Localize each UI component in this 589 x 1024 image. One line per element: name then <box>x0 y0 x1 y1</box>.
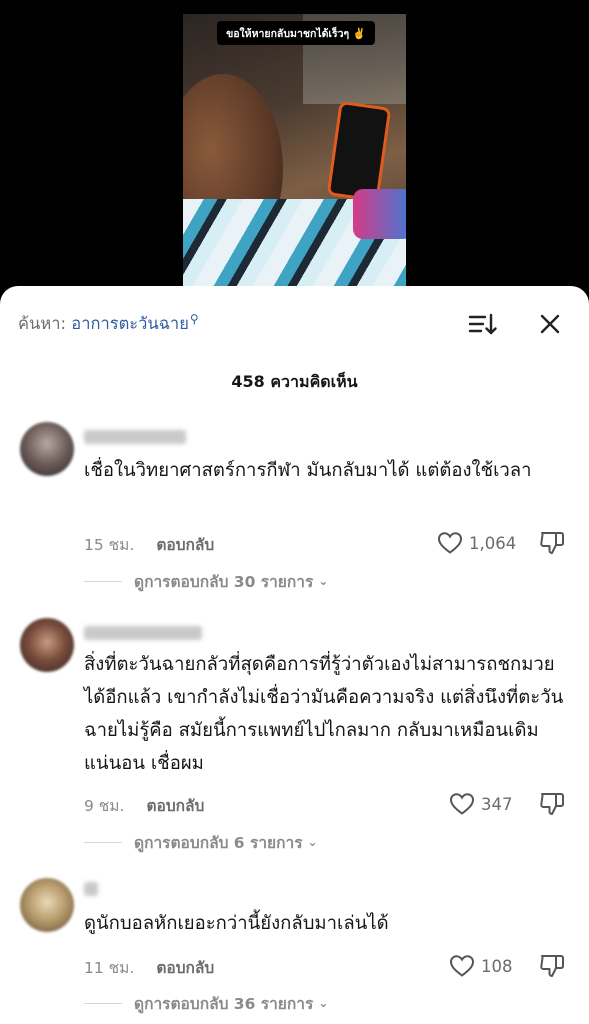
chevron-down-icon: ⌄ <box>307 835 318 849</box>
heart-icon <box>449 793 475 815</box>
view-replies-label: ดูการตอบกลับ 30 รายการ <box>134 572 314 591</box>
comment-meta: 9 ชม. ตอบกลับ <box>84 793 204 815</box>
search-term-link[interactable]: อาการตะวันฉาย <box>71 314 189 333</box>
avatar[interactable] <box>20 422 74 476</box>
like-count: 1,064 <box>469 533 517 553</box>
view-replies-label: ดูการตอบกลับ 36 รายการ <box>134 994 314 1013</box>
sort-icon <box>468 313 497 335</box>
avatar[interactable] <box>20 618 74 672</box>
comment-text: เชื่อในวิทยาศาสตร์การกีฬา มันกลับมาได้ แ… <box>84 460 532 481</box>
replies-divider <box>84 841 122 843</box>
username[interactable] <box>84 882 98 896</box>
replies-divider <box>84 1002 122 1004</box>
dislike-button[interactable] <box>538 790 566 818</box>
like-button[interactable]: 347 <box>449 791 513 817</box>
video-player[interactable]: ขอให้หายกลับมาชกได้เร็วๆ ✌️ <box>0 0 589 300</box>
comment-item: เชื่อในวิทยาศาสตร์การกีฬา มันกลับมาได้ แ… <box>0 420 589 596</box>
view-replies-button[interactable]: ดูการตอบกลับ 36 รายการ ⌄ <box>84 992 328 1014</box>
thumbs-down-icon <box>540 532 564 554</box>
comment-text: สิ่งที่ตะวันฉายกลัวที่สุดคือการที่รู้ว่า… <box>84 654 564 774</box>
like-button[interactable]: 108 <box>449 953 513 979</box>
video-caption: ขอให้หายกลับมาชกได้เร็วๆ ✌️ <box>217 21 375 45</box>
video-object <box>353 189 406 239</box>
comment-count: 458 ความคิดเห็น <box>231 372 358 391</box>
comment-item: สิ่งที่ตะวันฉายกลัวที่สุดคือการที่รู้ว่า… <box>0 616 589 864</box>
video-phone <box>326 100 392 203</box>
comment-meta: 15 ชม. ตอบกลับ <box>84 532 214 554</box>
reply-button[interactable]: ตอบกลับ <box>146 797 204 815</box>
comment-item: ดูนักบอลหักเยอะกว่านี้ยังกลับมาเล่นได้ 1… <box>0 876 589 1024</box>
like-count: 347 <box>481 794 513 814</box>
search-label: ค้นหา: <box>18 314 67 333</box>
username[interactable] <box>84 430 186 444</box>
sort-button[interactable] <box>468 310 498 338</box>
close-button[interactable] <box>536 310 564 338</box>
thumbs-down-icon <box>540 955 564 977</box>
video-thumbnail[interactable] <box>183 14 406 294</box>
chevron-down-icon: ⌄ <box>318 996 329 1010</box>
reply-button[interactable]: ตอบกลับ <box>156 536 214 554</box>
reply-button[interactable]: ตอบกลับ <box>156 959 214 977</box>
avatar[interactable] <box>20 878 74 932</box>
dislike-button[interactable] <box>538 952 566 980</box>
username[interactable] <box>84 626 202 640</box>
close-icon <box>540 314 560 334</box>
chevron-down-icon: ⌄ <box>318 574 329 588</box>
thumbs-down-icon <box>540 793 564 815</box>
view-replies-button[interactable]: ดูการตอบกลับ 30 รายการ ⌄ <box>84 570 328 592</box>
comment-time: 11 ชม. <box>84 959 135 977</box>
search-row: ค้นหา: อาการตะวันฉาย⚲ <box>0 286 589 362</box>
heart-icon <box>437 532 463 554</box>
dislike-button[interactable] <box>538 529 566 557</box>
like-count: 108 <box>481 956 513 976</box>
search-icon: ⚲ <box>189 311 199 326</box>
search-suggestion[interactable]: ค้นหา: อาการตะวันฉาย⚲ <box>18 311 199 337</box>
comment-text: ดูนักบอลหักเยอะกว่านี้ยังกลับมาเล่นได้ <box>84 913 389 934</box>
view-replies-label: ดูการตอบกลับ 6 รายการ <box>134 833 303 852</box>
view-replies-button[interactable]: ดูการตอบกลับ 6 รายการ ⌄ <box>84 831 318 853</box>
comment-meta: 11 ชม. ตอบกลับ <box>84 955 214 977</box>
comment-time: 9 ชม. <box>84 797 125 815</box>
replies-divider <box>84 580 122 582</box>
like-button[interactable]: 1,064 <box>437 530 516 556</box>
heart-icon <box>449 955 475 977</box>
comments-sheet: ค้นหา: อาการตะวันฉาย⚲ 458 ความคิดเห็น เช… <box>0 286 589 1024</box>
comment-time: 15 ชม. <box>84 536 135 554</box>
